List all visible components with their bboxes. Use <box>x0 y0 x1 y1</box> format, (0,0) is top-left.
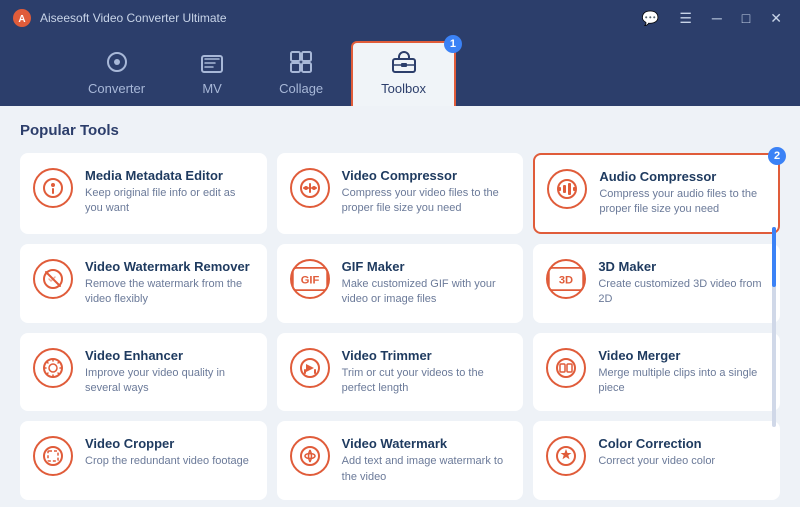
main-content: Popular Tools Media Metadata Editor Keep … <box>0 106 800 507</box>
maximize-button[interactable]: □ <box>736 8 756 28</box>
video-watermark-desc: Add text and image watermark to the vide… <box>342 454 511 485</box>
tab-mv[interactable]: MV <box>173 47 251 106</box>
3d-maker-icon: 3D <box>546 259 586 299</box>
color-correction-desc: Correct your video color <box>598 454 767 469</box>
tab-collage-label: Collage <box>279 81 323 96</box>
close-button[interactable]: ✕ <box>764 8 788 29</box>
section-title: Popular Tools <box>20 122 780 139</box>
audio-compressor-text: Audio Compressor Compress your audio file… <box>599 169 766 218</box>
window-controls: 💬 ☰ ─ □ ✕ <box>636 8 788 29</box>
video-watermark-remover-icon <box>33 259 73 299</box>
svg-text:A: A <box>18 14 25 25</box>
minimize-button[interactable]: ─ <box>706 8 728 28</box>
video-enhancer-icon <box>33 348 73 388</box>
video-cropper-name: Video Cropper <box>85 436 254 451</box>
tab-toolbox[interactable]: Toolbox 1 <box>351 41 456 106</box>
video-compressor-text: Video Compressor Compress your video file… <box>342 168 511 217</box>
media-metadata-editor-text: Media Metadata Editor Keep original file … <box>85 168 254 217</box>
3d-maker-name: 3D Maker <box>598 259 767 274</box>
toolbox-icon <box>392 51 416 77</box>
video-watermark-name: Video Watermark <box>342 436 511 451</box>
scrollbar-thumb[interactable] <box>772 227 776 287</box>
color-correction-name: Color Correction <box>598 436 767 451</box>
title-bar-left: A Aiseesoft Video Converter Ultimate <box>12 8 227 28</box>
tool-card-video-enhancer[interactable]: Video Enhancer Improve your video quality… <box>20 333 267 412</box>
tool-card-audio-compressor[interactable]: Audio Compressor Compress your audio file… <box>533 153 780 234</box>
scrollbar-track[interactable] <box>772 227 776 427</box>
tool-card-gif-maker[interactable]: GIF GIF Maker Make customized GIF with yo… <box>277 244 524 323</box>
svg-text:GIF: GIF <box>300 274 319 286</box>
title-bar: A Aiseesoft Video Converter Ultimate 💬 ☰… <box>0 0 800 36</box>
tool-card-3d-maker[interactable]: 3D 3D Maker Create customized 3D video fr… <box>533 244 780 323</box>
tab-collage[interactable]: Collage <box>251 43 351 106</box>
tool-card-video-watermark[interactable]: Video Watermark Add text and image waterm… <box>277 421 524 500</box>
video-enhancer-text: Video Enhancer Improve your video quality… <box>85 348 254 397</box>
video-compressor-icon <box>290 168 330 208</box>
video-enhancer-desc: Improve your video quality in several wa… <box>85 366 254 397</box>
video-cropper-text: Video Cropper Crop the redundant video fo… <box>85 436 254 469</box>
audio-compressor-name: Audio Compressor <box>599 169 766 184</box>
color-correction-icon <box>546 436 586 476</box>
media-metadata-editor-icon <box>33 168 73 208</box>
collage-icon <box>290 51 312 77</box>
tool-card-color-correction[interactable]: Color Correction Correct your video color <box>533 421 780 500</box>
video-watermark-remover-desc: Remove the watermark from the video flex… <box>85 277 254 308</box>
video-trimmer-name: Video Trimmer <box>342 348 511 363</box>
menu-button[interactable]: ☰ <box>673 8 698 29</box>
video-cropper-icon <box>33 436 73 476</box>
gif-maker-text: GIF Maker Make customized GIF with your v… <box>342 259 511 308</box>
video-watermark-remover-text: Video Watermark Remover Remove the waterm… <box>85 259 254 308</box>
tool-card-video-merger[interactable]: Video Merger Merge multiple clips into a … <box>533 333 780 412</box>
video-enhancer-name: Video Enhancer <box>85 348 254 363</box>
gif-maker-desc: Make customized GIF with your video or i… <box>342 277 511 308</box>
tool-card-video-watermark-remover[interactable]: Video Watermark Remover Remove the waterm… <box>20 244 267 323</box>
video-merger-name: Video Merger <box>598 348 767 363</box>
converter-icon <box>106 51 128 77</box>
toolbox-badge: 1 <box>444 35 462 53</box>
tab-mv-label: MV <box>202 81 222 96</box>
nav-bar: Converter MV Collage <box>0 36 800 106</box>
video-merger-icon <box>546 348 586 388</box>
app-logo-icon: A <box>12 8 32 28</box>
3d-maker-desc: Create customized 3D video from 2D <box>598 277 767 308</box>
video-watermark-text: Video Watermark Add text and image waterm… <box>342 436 511 485</box>
gif-maker-name: GIF Maker <box>342 259 511 274</box>
tool-card-video-compressor[interactable]: Video Compressor Compress your video file… <box>277 153 524 234</box>
3d-maker-text: 3D Maker Create customized 3D video from … <box>598 259 767 308</box>
media-metadata-editor-desc: Keep original file info or edit as you w… <box>85 186 254 217</box>
video-cropper-desc: Crop the redundant video footage <box>85 454 254 469</box>
tools-grid: Media Metadata Editor Keep original file … <box>20 153 780 500</box>
tool-card-video-trimmer[interactable]: Video Trimmer Trim or cut your videos to … <box>277 333 524 412</box>
media-metadata-editor-name: Media Metadata Editor <box>85 168 254 183</box>
audio-compressor-desc: Compress your audio files to the proper … <box>599 187 766 218</box>
tab-converter[interactable]: Converter <box>60 43 173 106</box>
svg-text:3D: 3D <box>559 274 573 286</box>
audio-compressor-icon <box>547 169 587 209</box>
video-trimmer-icon <box>290 348 330 388</box>
tools-grid-wrapper: Media Metadata Editor Keep original file … <box>20 153 780 500</box>
app-title: Aiseesoft Video Converter Ultimate <box>40 11 227 25</box>
audio-compressor-badge: 2 <box>768 147 786 165</box>
video-merger-desc: Merge multiple clips into a single piece <box>598 366 767 397</box>
tab-converter-label: Converter <box>88 81 145 96</box>
tool-card-video-cropper[interactable]: Video Cropper Crop the redundant video fo… <box>20 421 267 500</box>
color-correction-text: Color Correction Correct your video color <box>598 436 767 469</box>
video-trimmer-text: Video Trimmer Trim or cut your videos to … <box>342 348 511 397</box>
tool-card-media-metadata-editor[interactable]: Media Metadata Editor Keep original file … <box>20 153 267 234</box>
gif-maker-icon: GIF <box>290 259 330 299</box>
video-merger-text: Video Merger Merge multiple clips into a … <box>598 348 767 397</box>
message-button[interactable]: 💬 <box>636 8 665 29</box>
video-trimmer-desc: Trim or cut your videos to the perfect l… <box>342 366 511 397</box>
video-watermark-icon <box>290 436 330 476</box>
mv-icon <box>201 55 223 77</box>
video-compressor-desc: Compress your video files to the proper … <box>342 186 511 217</box>
video-watermark-remover-name: Video Watermark Remover <box>85 259 254 274</box>
tab-toolbox-label: Toolbox <box>381 81 426 96</box>
video-compressor-name: Video Compressor <box>342 168 511 183</box>
